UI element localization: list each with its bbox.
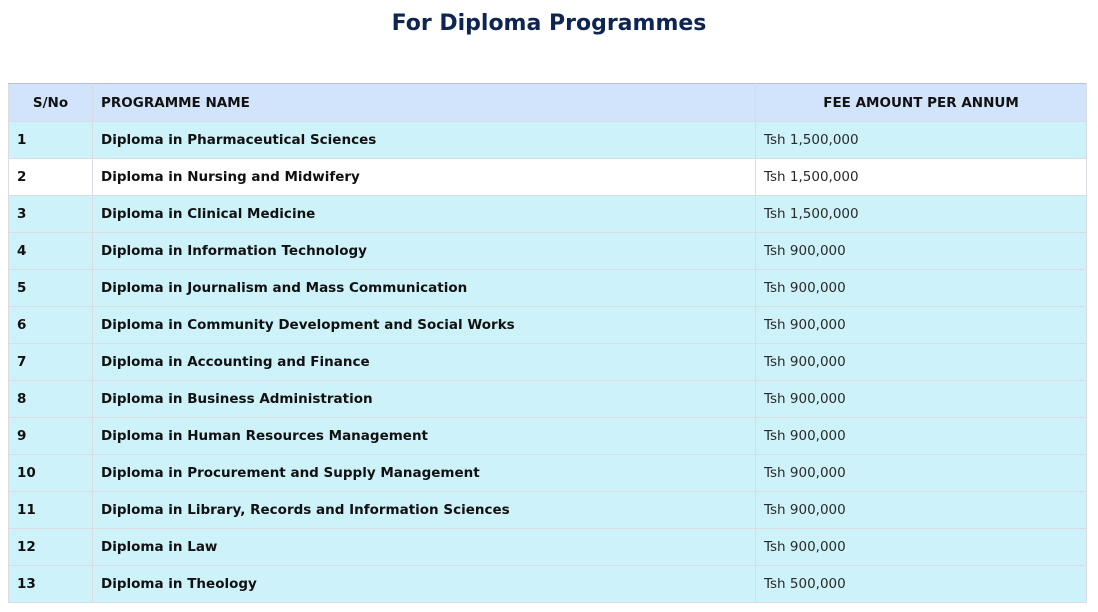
row-sn: 10 (8, 454, 93, 492)
row-sn: 3 (8, 195, 93, 233)
row-fee: Tsh 900,000 (755, 454, 1087, 492)
header-sn: S/No (8, 83, 93, 122)
table-row: 3 Diploma in Clinical Medicine Tsh 1,500… (8, 195, 1087, 233)
table-row: 11 Diploma in Library, Records and Infor… (8, 491, 1087, 529)
row-programme-name: Diploma in Business Administration (92, 380, 756, 418)
row-programme-name: Diploma in Community Development and Soc… (92, 306, 756, 344)
table-row: 12 Diploma in Law Tsh 900,000 (8, 528, 1087, 566)
table-row: 1 Diploma in Pharmaceutical Sciences Tsh… (8, 121, 1087, 159)
row-sn: 13 (8, 565, 93, 603)
table-row: 8 Diploma in Business Administration Tsh… (8, 380, 1087, 418)
row-fee: Tsh 900,000 (755, 417, 1087, 455)
row-sn: 4 (8, 232, 93, 270)
row-sn: 5 (8, 269, 93, 307)
table-header: S/No PROGRAMME NAME FEE AMOUNT PER ANNUM (8, 83, 1087, 122)
row-fee: Tsh 900,000 (755, 528, 1087, 566)
row-programme-name: Diploma in Information Technology (92, 232, 756, 270)
row-sn: 9 (8, 417, 93, 455)
row-sn: 1 (8, 121, 93, 159)
table-row: 2 Diploma in Nursing and Midwifery Tsh 1… (8, 158, 1087, 196)
row-fee: Tsh 900,000 (755, 491, 1087, 529)
header-row: S/No PROGRAMME NAME FEE AMOUNT PER ANNUM (8, 83, 1087, 122)
row-sn: 8 (8, 380, 93, 418)
row-fee: Tsh 900,000 (755, 306, 1087, 344)
row-sn: 12 (8, 528, 93, 566)
row-sn: 7 (8, 343, 93, 381)
row-sn: 11 (8, 491, 93, 529)
header-programme-name: PROGRAMME NAME (92, 83, 756, 122)
row-fee: Tsh 1,500,000 (755, 158, 1087, 196)
table-row: 10 Diploma in Procurement and Supply Man… (8, 454, 1087, 492)
row-fee: Tsh 1,500,000 (755, 195, 1087, 233)
row-programme-name: Diploma in Pharmaceutical Sciences (92, 121, 756, 159)
row-fee: Tsh 900,000 (755, 380, 1087, 418)
row-fee: Tsh 900,000 (755, 232, 1087, 270)
row-programme-name: Diploma in Procurement and Supply Manage… (92, 454, 756, 492)
row-programme-name: Diploma in Library, Records and Informat… (92, 491, 756, 529)
table-row: 4 Diploma in Information Technology Tsh … (8, 232, 1087, 270)
row-fee: Tsh 1,500,000 (755, 121, 1087, 159)
row-sn: 2 (8, 158, 93, 196)
row-fee: Tsh 900,000 (755, 269, 1087, 307)
row-programme-name: Diploma in Law (92, 528, 756, 566)
page-title: For Diploma Programmes (391, 11, 707, 36)
table-body: 1 Diploma in Pharmaceutical Sciences Tsh… (8, 121, 1087, 603)
table-row: 13 Diploma in Theology Tsh 500,000 (8, 565, 1087, 603)
header-fee-amount: FEE AMOUNT PER ANNUM (755, 83, 1087, 122)
row-fee: Tsh 900,000 (755, 343, 1087, 381)
fee-table: S/No PROGRAMME NAME FEE AMOUNT PER ANNUM… (8, 83, 1087, 603)
row-programme-name: Diploma in Clinical Medicine (92, 195, 756, 233)
row-programme-name: Diploma in Journalism and Mass Communica… (92, 269, 756, 307)
row-programme-name: Diploma in Human Resources Management (92, 417, 756, 455)
table-row: 9 Diploma in Human Resources Management … (8, 417, 1087, 455)
row-sn: 6 (8, 306, 93, 344)
row-programme-name: Diploma in Theology (92, 565, 756, 603)
table-row: 5 Diploma in Journalism and Mass Communi… (8, 269, 1087, 307)
row-programme-name: Diploma in Accounting and Finance (92, 343, 756, 381)
row-fee: Tsh 500,000 (755, 565, 1087, 603)
row-programme-name: Diploma in Nursing and Midwifery (92, 158, 756, 196)
table-row: 6 Diploma in Community Development and S… (8, 306, 1087, 344)
table-row: 7 Diploma in Accounting and Finance Tsh … (8, 343, 1087, 381)
